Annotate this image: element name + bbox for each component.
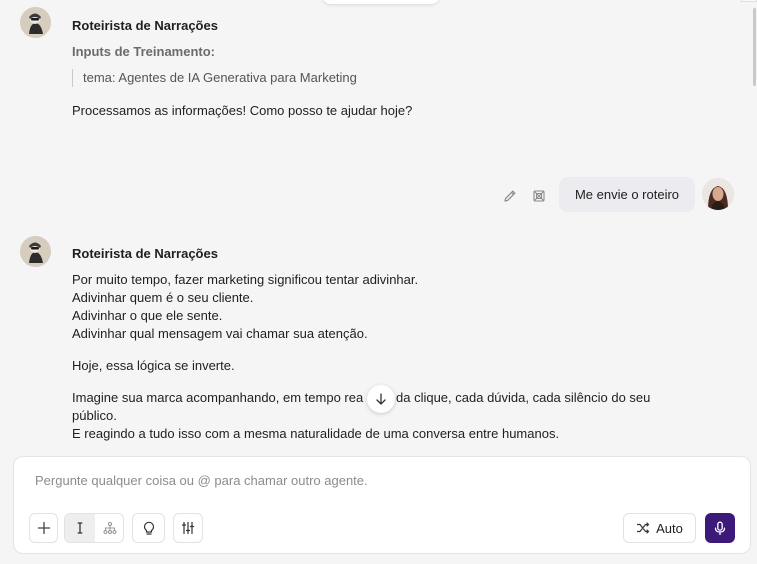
add-button[interactable]	[29, 513, 58, 543]
user-message-bubble: Me envie o roteiro	[559, 177, 695, 212]
sliders-icon	[181, 521, 195, 535]
voice-input-button[interactable]	[705, 513, 735, 543]
script-line: Imagine sua marca acompanhando, em tempo…	[72, 390, 364, 405]
multi-agent-mode-button[interactable]	[95, 514, 123, 542]
message-input[interactable]	[35, 471, 725, 489]
script-line: E reagindo a tudo isso com a mesma natur…	[72, 426, 560, 441]
inputs-label: Inputs de Treinamento:	[72, 44, 216, 59]
user-avatar	[702, 178, 734, 210]
agent-name: Roteirista de Narrações	[72, 246, 218, 261]
settings-button[interactable]	[173, 513, 203, 543]
model-select-label: Auto	[656, 520, 683, 536]
shuffle-icon	[637, 522, 650, 534]
plus-icon	[37, 521, 50, 535]
mode-toggle	[64, 513, 124, 543]
script-line: público.	[72, 408, 117, 423]
script-line: Adivinhar quem é o seu cliente.	[72, 290, 254, 305]
model-select-button[interactable]: Auto	[623, 513, 696, 543]
script-line: Hoje, essa lógica se inverte.	[72, 358, 235, 373]
single-agent-mode-button[interactable]	[65, 514, 95, 542]
chat-thread: Roteirista de Narrações Inputs de Treina…	[0, 0, 757, 456]
agent-message-text: Processamos as informações! Como posso t…	[72, 103, 413, 118]
pencil-icon[interactable]	[502, 188, 518, 204]
scroll-to-bottom-button[interactable]	[367, 385, 395, 413]
scrollbar[interactable]	[751, 8, 757, 92]
script-line: da clique, cada dúvida, cada silêncio do…	[396, 390, 651, 405]
agent-avatar	[20, 236, 51, 267]
top-pill	[322, 0, 440, 4]
composer: Auto	[13, 456, 751, 554]
training-input-item: tema: Agentes de IA Generativa para Mark…	[72, 69, 357, 87]
lightbulb-icon	[143, 521, 154, 535]
script-line: Por muito tempo, fazer marketing signifi…	[72, 272, 419, 287]
hierarchy-icon	[103, 521, 117, 535]
cursor-icon	[77, 522, 83, 534]
ideas-button[interactable]	[132, 513, 165, 543]
microphone-icon	[714, 521, 726, 535]
script-line: Adivinhar qual mensagem vai chamar sua a…	[72, 326, 368, 341]
script-line: Adivinhar o que ele sente.	[72, 308, 223, 323]
agent-name: Roteirista de Narrações	[72, 18, 218, 33]
corner-control	[741, 0, 757, 2]
arrow-down-icon	[376, 393, 386, 405]
copy-icon[interactable]	[531, 188, 547, 204]
agent-avatar	[20, 7, 51, 38]
